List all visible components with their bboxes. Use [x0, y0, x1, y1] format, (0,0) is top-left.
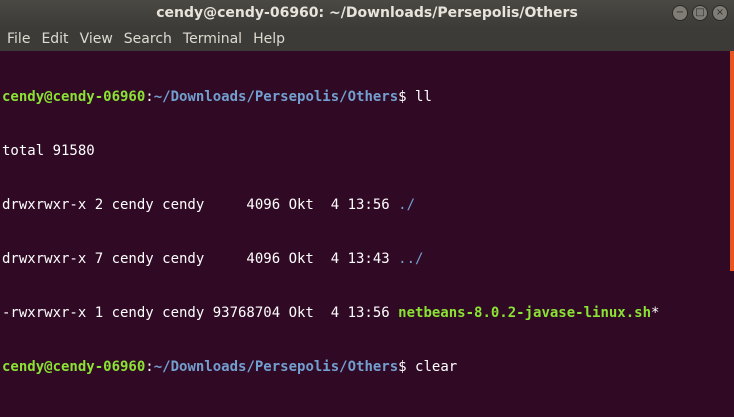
window-title: cendy@cendy-06960: ~/Downloads/Persepoli… [156, 5, 578, 21]
menu-view[interactable]: View [73, 28, 117, 47]
menu-search[interactable]: Search [117, 28, 176, 47]
ls-meta: -rwxrwxr-x 1 cendy cendy 93768704 Okt 4 … [2, 305, 399, 321]
ls-meta: drwxrwxr-x 7 cendy cendy 4096 Okt 4 13:4… [2, 251, 399, 267]
menu-bar: File Edit View Search Terminal Help [0, 28, 734, 51]
close-button[interactable]: × [712, 5, 728, 21]
maximize-button[interactable]: □ [692, 5, 708, 21]
ls-meta: drwxrwxr-x 2 cendy cendy 4096 Okt 4 13:5… [2, 197, 399, 213]
terminal-output[interactable]: cendy@cendy-06960:~/Downloads/Persepolis… [0, 51, 730, 417]
terminal-line: cendy@cendy-06960:~/Downloads/Persepolis… [2, 358, 730, 376]
prompt-end: $ [398, 89, 416, 105]
scrollbar[interactable] [730, 51, 734, 271]
prompt-separator: : [145, 89, 154, 105]
menu-help[interactable]: Help [246, 28, 289, 47]
output-text: total 91580 [2, 143, 95, 159]
ls-suffix: * [651, 305, 660, 321]
command-text: ll [415, 89, 432, 105]
menu-file[interactable]: File [0, 28, 34, 47]
terminal-line: total 91580 [2, 142, 730, 160]
minimize-button[interactable]: − [672, 5, 688, 21]
prompt-user: cendy@cendy-06960 [2, 359, 146, 375]
ls-name: ../ [398, 251, 424, 267]
menu-edit[interactable]: Edit [34, 28, 72, 47]
terminal-line: drwxrwxr-x 2 cendy cendy 4096 Okt 4 13:5… [2, 196, 730, 214]
ls-name: netbeans-8.0.2-javase-linux.sh [398, 305, 652, 321]
menu-terminal[interactable]: Terminal [176, 28, 246, 47]
prompt-separator: : [145, 359, 154, 375]
prompt-path: ~/Downloads/Persepolis/Others [153, 359, 399, 375]
command-text: clear [415, 359, 458, 375]
title-bar[interactable]: cendy@cendy-06960: ~/Downloads/Persepoli… [0, 0, 734, 28]
ls-name: ./ [398, 197, 416, 213]
terminal-line: cendy@cendy-06960:~/Downloads/Persepolis… [2, 88, 730, 106]
terminal-line: drwxrwxr-x 7 cendy cendy 4096 Okt 4 13:4… [2, 250, 730, 268]
prompt-user: cendy@cendy-06960 [2, 89, 146, 105]
prompt-path: ~/Downloads/Persepolis/Others [153, 89, 399, 105]
terminal-window: cendy@cendy-06960: ~/Downloads/Persepoli… [0, 0, 734, 417]
prompt-end: $ [398, 359, 416, 375]
terminal-line: -rwxrwxr-x 1 cendy cendy 93768704 Okt 4 … [2, 304, 730, 322]
